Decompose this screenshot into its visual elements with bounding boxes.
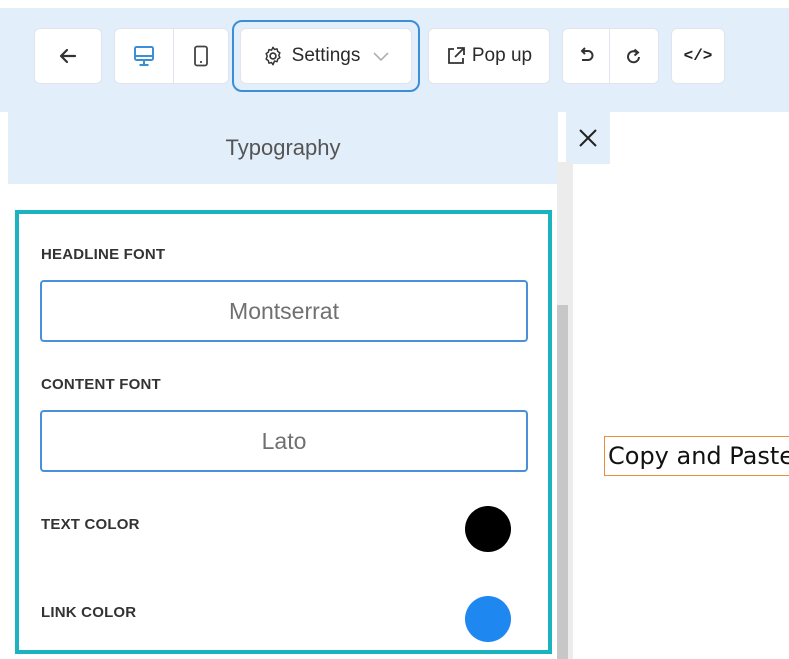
code-button[interactable]: </> [671, 28, 725, 84]
text-color-swatch[interactable] [465, 506, 511, 552]
redo-button[interactable] [609, 28, 659, 84]
top-toolbar: Settings Pop up </> [0, 8, 789, 112]
preview-text: Copy and Paste [608, 442, 789, 470]
close-button[interactable] [566, 112, 610, 164]
gear-icon [265, 46, 281, 66]
undo-icon [580, 47, 594, 61]
typography-panel: HEADLINE FONT Montserrat CONTENT FONT La… [15, 210, 552, 654]
desktop-view-button[interactable] [114, 28, 174, 84]
content-font-label: CONTENT FONT [41, 376, 161, 393]
popup-label: Pop up [471, 45, 533, 66]
smartphone-icon [194, 45, 208, 67]
panel-header: Typography [8, 112, 558, 184]
scrollbar-thumb[interactable] [557, 305, 568, 659]
link-color-swatch[interactable] [465, 596, 511, 642]
chevron-down-icon [373, 52, 389, 62]
mobile-view-button[interactable] [173, 28, 229, 84]
settings-dropdown[interactable]: Settings [240, 28, 412, 84]
close-icon [579, 129, 597, 147]
arrow-left-icon [59, 48, 77, 64]
content-font-field[interactable]: Lato [40, 410, 528, 472]
redo-icon [627, 48, 640, 64]
content-font-value: Lato [261, 427, 307, 454]
text-color-label: TEXT COLOR [41, 516, 140, 533]
preview-text-box[interactable]: Copy and Paste [604, 436, 789, 476]
panel-title: Typography [225, 135, 341, 160]
headline-font-field[interactable]: Montserrat [40, 280, 528, 342]
link-color-label: LINK COLOR [41, 604, 137, 621]
headline-font-label: HEADLINE FONT [41, 246, 166, 263]
monitor-icon [134, 46, 154, 66]
back-button[interactable] [34, 28, 102, 84]
undo-button[interactable] [562, 28, 610, 84]
popup-button[interactable]: Pop up [428, 28, 550, 84]
external-link-icon [447, 47, 465, 64]
headline-font-value: Montserrat [229, 297, 339, 324]
code-icon: </> [683, 47, 713, 65]
settings-label: Settings [291, 45, 361, 66]
